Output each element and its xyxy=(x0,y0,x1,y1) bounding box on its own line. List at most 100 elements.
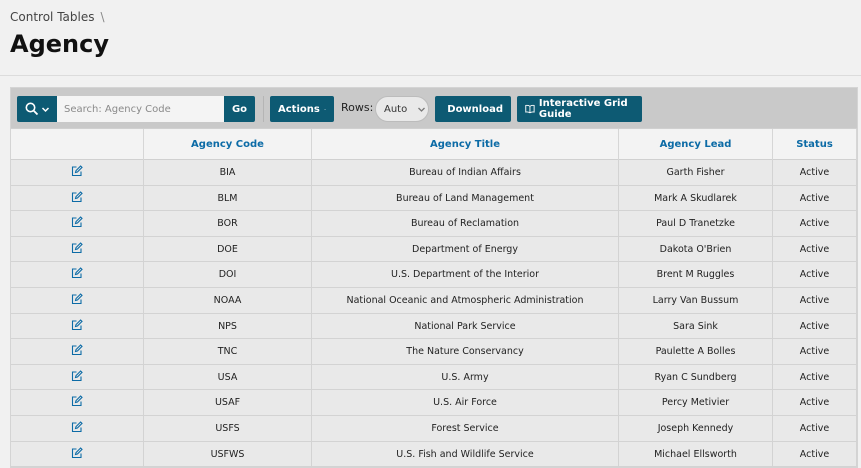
cell-agency-title: U.S. Army xyxy=(312,364,619,390)
cell-agency-lead: Percy Metivier xyxy=(619,390,773,416)
cell-agency-code: USFS xyxy=(144,415,312,441)
grid-toolbar: Go Actions Rows: Auto Download Interacti… xyxy=(11,88,857,128)
edit-icon xyxy=(71,344,83,356)
column-header-agency-code[interactable]: Agency Code xyxy=(144,129,312,160)
grid-header: Agency Code Agency Title Agency Lead Sta… xyxy=(11,128,857,160)
table-row[interactable]: USFS Forest Service Joseph Kennedy Active xyxy=(11,415,857,442)
cell-status: Active xyxy=(773,262,857,288)
cell-agency-code: DOE xyxy=(144,236,312,262)
actions-menu-button[interactable]: Actions xyxy=(270,96,334,122)
cell-agency-title: U.S. Department of the Interior xyxy=(312,262,619,288)
cell-status: Active xyxy=(773,390,857,416)
edit-row-link[interactable] xyxy=(11,160,144,185)
cell-agency-lead: Ryan C Sundberg xyxy=(619,364,773,390)
cell-status: Active xyxy=(773,364,857,390)
cell-agency-code: DOI xyxy=(144,262,312,288)
table-row[interactable]: BOR Bureau of Reclamation Paul D Tranetzke… xyxy=(11,211,857,237)
cell-status: Active xyxy=(773,313,857,339)
table-row[interactable]: USFWS U.S. Fish and Wildlife Service Micha… xyxy=(11,441,857,467)
table-row[interactable]: BLM Bureau of Land Management Mark A Skudl… xyxy=(11,185,857,212)
table-row[interactable]: USA U.S. Army Ryan C Sundberg Active xyxy=(11,364,857,391)
cell-agency-code: USFWS xyxy=(144,441,312,467)
table-row[interactable]: NPS National Park Service Sara Sink Active xyxy=(11,313,857,340)
cell-agency-code: BLM xyxy=(144,185,312,211)
table-row[interactable]: NOAA National Oceanic and Atmospheric Adm… xyxy=(11,287,857,314)
edit-icon xyxy=(71,421,83,432)
cell-status: Active xyxy=(773,339,857,365)
guide-label: Interactive Grid Guide xyxy=(538,98,628,120)
cell-agency-lead: Michael Ellsworth xyxy=(619,441,773,467)
edit-row-link[interactable] xyxy=(11,364,144,390)
page-title: Agency xyxy=(10,30,109,58)
cell-agency-title: Forest Service xyxy=(312,415,619,441)
go-button[interactable]: Go xyxy=(224,96,255,122)
search-column-button[interactable] xyxy=(17,96,57,122)
rows-label: Rows: xyxy=(341,101,374,114)
cell-agency-lead: Sara Sink xyxy=(619,313,773,339)
cell-agency-lead: Dakota O'Brien xyxy=(619,236,773,262)
edit-row-link[interactable] xyxy=(11,313,144,339)
edit-icon xyxy=(71,293,83,305)
cell-agency-lead: Brent M Ruggles xyxy=(619,262,773,288)
cell-agency-title: U.S. Air Force xyxy=(312,390,619,416)
cell-agency-code: NPS xyxy=(144,313,312,339)
edit-icon xyxy=(71,446,83,458)
cell-agency-title: Bureau of Indian Affairs xyxy=(312,160,619,185)
edit-icon xyxy=(71,216,83,228)
cell-agency-title: U.S. Fish and Wildlife Service xyxy=(312,441,619,467)
cell-status: Active xyxy=(773,185,857,211)
edit-row-link[interactable] xyxy=(11,415,144,441)
book-icon xyxy=(525,104,535,114)
cell-agency-title: National Park Service xyxy=(312,313,619,339)
cell-agency-lead: Larry Van Bussum xyxy=(619,287,773,313)
rows-per-page-select[interactable]: Auto xyxy=(375,96,429,122)
cell-status: Active xyxy=(773,415,857,441)
edit-icon xyxy=(71,318,83,330)
edit-row-link[interactable] xyxy=(11,211,144,237)
edit-icon xyxy=(71,267,83,279)
column-header-agency-lead[interactable]: Agency Lead xyxy=(619,129,773,160)
edit-icon xyxy=(71,395,83,407)
table-row[interactable]: DOE Department of Energy Dakota O'Brien Act… xyxy=(11,236,857,263)
edit-row-link[interactable] xyxy=(11,262,144,288)
cell-agency-title: Department of Energy xyxy=(312,236,619,262)
column-header-status[interactable]: Status xyxy=(773,129,857,160)
cell-agency-lead: Joseph Kennedy xyxy=(619,415,773,441)
edit-icon xyxy=(71,190,83,202)
cell-agency-title: National Oceanic and Atmospheric Adminis… xyxy=(312,287,619,313)
edit-row-link[interactable] xyxy=(11,441,144,467)
edit-row-link[interactable] xyxy=(11,236,144,262)
cell-status: Active xyxy=(773,441,857,467)
edit-icon xyxy=(71,242,83,253)
grid-body: BIA Bureau of Indian Affairs Garth Fisher A… xyxy=(11,160,857,467)
interactive-grid-region: Go Actions Rows: Auto Download Interacti… xyxy=(10,87,858,468)
cell-status: Active xyxy=(773,160,857,185)
column-header-edit xyxy=(11,129,144,160)
cell-agency-code: NOAA xyxy=(144,287,312,313)
table-row[interactable]: DOI U.S. Department of the Interior Brent … xyxy=(11,262,857,288)
actions-label: Actions xyxy=(278,103,320,115)
search-icon xyxy=(25,102,38,116)
chevron-down-icon xyxy=(41,106,49,112)
column-header-agency-title[interactable]: Agency Title xyxy=(312,129,619,160)
edit-row-link[interactable] xyxy=(11,339,144,365)
chevron-down-icon xyxy=(418,107,426,112)
breadcrumb-item-control-tables[interactable]: Control Tables xyxy=(10,10,94,24)
edit-row-link[interactable] xyxy=(11,185,144,211)
table-row[interactable]: BIA Bureau of Indian Affairs Garth Fisher A… xyxy=(11,160,857,186)
cell-agency-lead: Garth Fisher xyxy=(619,160,773,185)
edit-row-link[interactable] xyxy=(11,287,144,313)
chevron-down-icon xyxy=(324,108,326,110)
table-row[interactable]: TNC The Nature Conservancy Paulette A Boll… xyxy=(11,339,857,365)
search-input[interactable] xyxy=(57,96,224,122)
download-button[interactable]: Download xyxy=(435,96,511,122)
cell-agency-code: USAF xyxy=(144,390,312,416)
edit-row-link[interactable] xyxy=(11,390,144,416)
interactive-grid-guide-button[interactable]: Interactive Grid Guide xyxy=(517,96,642,122)
table-row[interactable]: USAF U.S. Air Force Percy Metivier Active xyxy=(11,390,857,416)
search-group: Go xyxy=(17,96,255,122)
cell-agency-lead: Paulette A Bolles xyxy=(619,339,773,365)
cell-agency-lead: Paul D Tranetzke xyxy=(619,211,773,237)
cell-status: Active xyxy=(773,287,857,313)
breadcrumb: Control Tables \ xyxy=(10,10,105,24)
